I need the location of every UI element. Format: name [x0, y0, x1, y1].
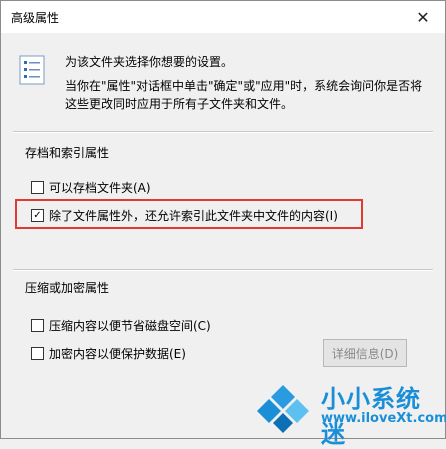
index-checkbox-label: 除了文件属性外，还允许索引此文件夹中文件的内容(I) — [49, 209, 338, 223]
watermark: 小小系统迷 www.iloveXt.com — [255, 377, 446, 448]
close-icon: ✕ — [416, 7, 430, 27]
archive-checkbox-row[interactable]: 可以存档文件夹(A) — [31, 179, 151, 196]
title-bar: 高级属性 ✕ — [1, 1, 445, 33]
compress-checkbox[interactable] — [31, 319, 44, 332]
watermark-logo-icon — [257, 385, 309, 433]
description-line-2: 当你在"属性"对话框中单击"确定"或"应用"时，系统会询问你是否将这些更改同时应… — [65, 79, 423, 111]
group-separator — [13, 269, 433, 271]
encrypt-checkbox-label: 加密内容以便保护数据(E) — [49, 347, 186, 361]
compress-encrypt-group-label: 压缩或加密属性 — [25, 281, 110, 295]
archive-index-group-label: 存档和索引属性 — [25, 146, 110, 160]
encrypt-checkbox[interactable] — [31, 347, 44, 360]
index-checkbox[interactable]: ✓ — [31, 209, 44, 222]
settings-list-icon — [19, 55, 45, 85]
description-line-1: 为该文件夹选择你想要的设置。 — [65, 55, 234, 69]
compress-checkbox-label: 压缩内容以便节省磁盘空间(C) — [49, 319, 211, 333]
advanced-attributes-dialog: 高级属性 ✕ 为该文件夹选择你想要的设置。 当你在"属性"对话框中单击"确定"或… — [0, 0, 446, 448]
close-button[interactable]: ✕ — [403, 3, 443, 31]
window-title: 高级属性 — [11, 11, 60, 25]
check-icon: ✓ — [33, 209, 42, 221]
group-separator — [13, 131, 433, 133]
details-button[interactable]: 详细信息(D) — [323, 339, 407, 367]
archive-checkbox[interactable] — [31, 181, 44, 194]
archive-checkbox-label: 可以存档文件夹(A) — [49, 181, 151, 195]
compress-checkbox-row[interactable]: 压缩内容以便节省磁盘空间(C) — [31, 317, 211, 334]
encrypt-checkbox-row[interactable]: 加密内容以便保护数据(E) — [31, 345, 186, 362]
watermark-url: www.iloveXt.com — [321, 411, 446, 426]
index-checkbox-row[interactable]: ✓ 除了文件属性外，还允许索引此文件夹中文件的内容(I) — [31, 207, 338, 224]
